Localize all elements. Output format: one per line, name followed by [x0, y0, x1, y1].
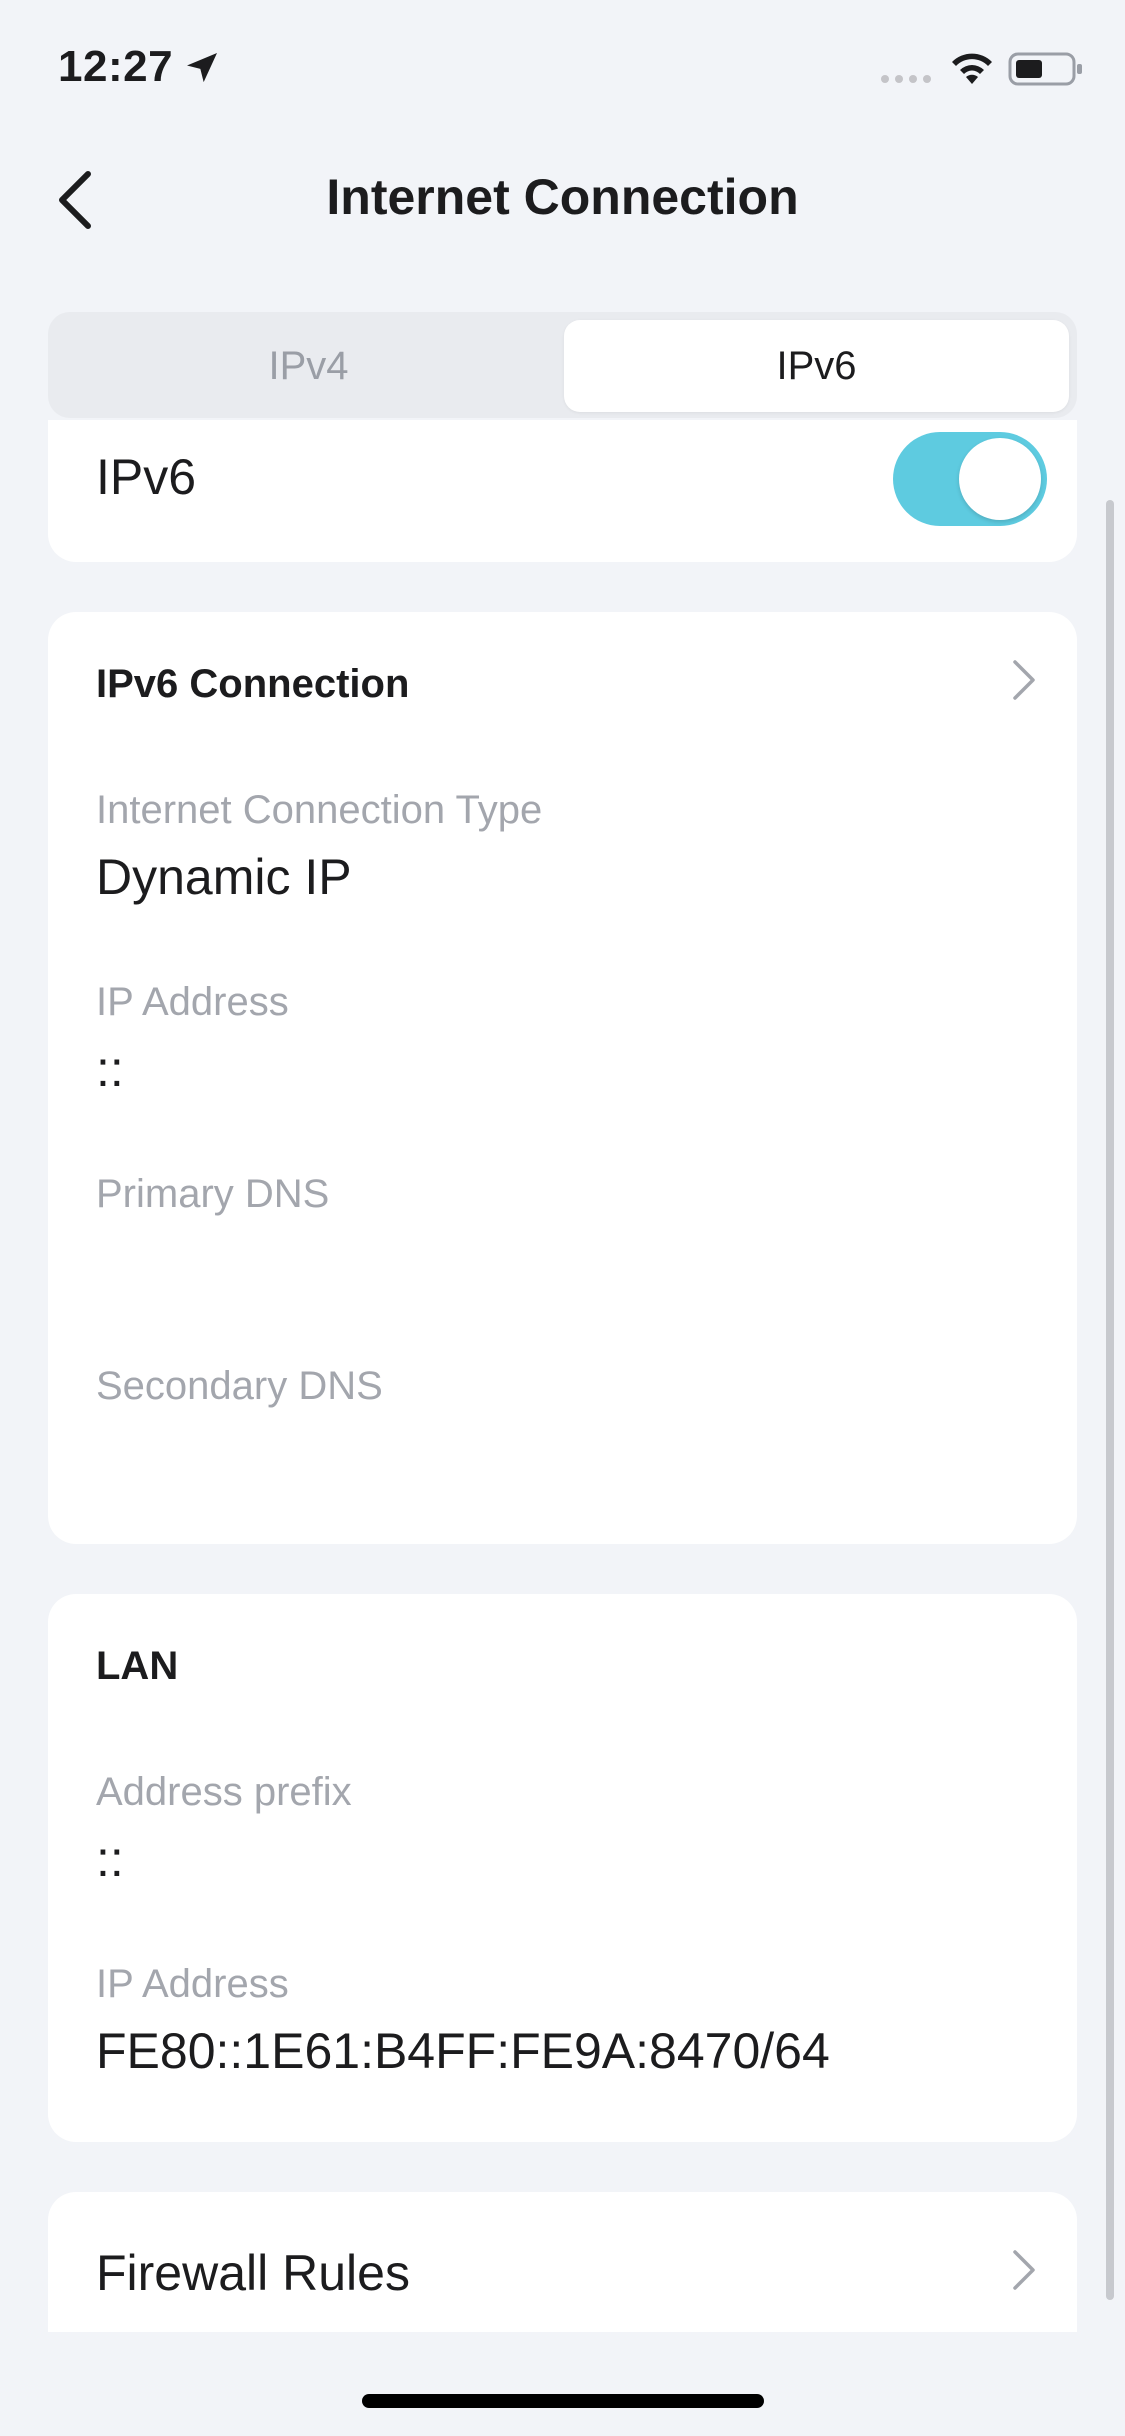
ipv6-connection-card[interactable]: IPv6 Connection Internet Connection Type…	[48, 612, 1077, 1544]
status-time: 12:27	[58, 42, 174, 91]
lan-card: LAN Address prefix :: IP Address FE80::1…	[48, 1594, 1077, 2142]
lan-ip-address-label: IP Address	[96, 1962, 289, 2006]
lan-header: LAN	[96, 1644, 179, 1688]
address-prefix-label: Address prefix	[96, 1770, 352, 1814]
tab-ipv4[interactable]: IPv4	[56, 320, 561, 412]
status-bar: 12:27	[0, 0, 1125, 140]
wifi-icon	[952, 53, 992, 84]
connection-type-value: Dynamic IP	[96, 849, 352, 905]
home-indicator[interactable]	[362, 2394, 764, 2408]
ip-address-label: IP Address	[96, 980, 289, 1024]
chevron-right-icon	[1013, 2250, 1035, 2290]
battery-icon	[1008, 52, 1082, 86]
ipv6-toggle-label: IPv6	[96, 449, 197, 505]
ipv6-connection-header: IPv6 Connection	[96, 662, 410, 706]
cell-signal-icon	[881, 75, 931, 83]
toggle-knob	[959, 438, 1041, 520]
primary-dns-label: Primary DNS	[96, 1172, 330, 1216]
scrollbar[interactable]	[1106, 500, 1114, 2300]
address-prefix-value: ::	[96, 1831, 124, 1887]
ipv6-toggle-card: IPv6	[48, 420, 1077, 562]
connection-type-label: Internet Connection Type	[96, 788, 543, 832]
tab-ipv6[interactable]: IPv6	[564, 320, 1069, 412]
ipv6-toggle-switch[interactable]	[893, 432, 1047, 526]
nav-bar: Internet Connection	[0, 140, 1125, 260]
location-arrow-icon	[187, 53, 217, 83]
lan-ip-address-value: FE80::1E61:B4FF:FE9A:8470/64	[96, 2023, 830, 2079]
chevron-right-icon	[1013, 660, 1035, 700]
ip-version-tabs: IPv4 IPv6	[48, 312, 1077, 418]
ip-address-value: ::	[96, 1041, 124, 1097]
page-title: Internet Connection	[326, 169, 799, 225]
secondary-dns-label: Secondary DNS	[96, 1364, 383, 1408]
firewall-rules-label: Firewall Rules	[96, 2245, 410, 2301]
firewall-rules-item[interactable]: Firewall Rules	[48, 2192, 1077, 2332]
